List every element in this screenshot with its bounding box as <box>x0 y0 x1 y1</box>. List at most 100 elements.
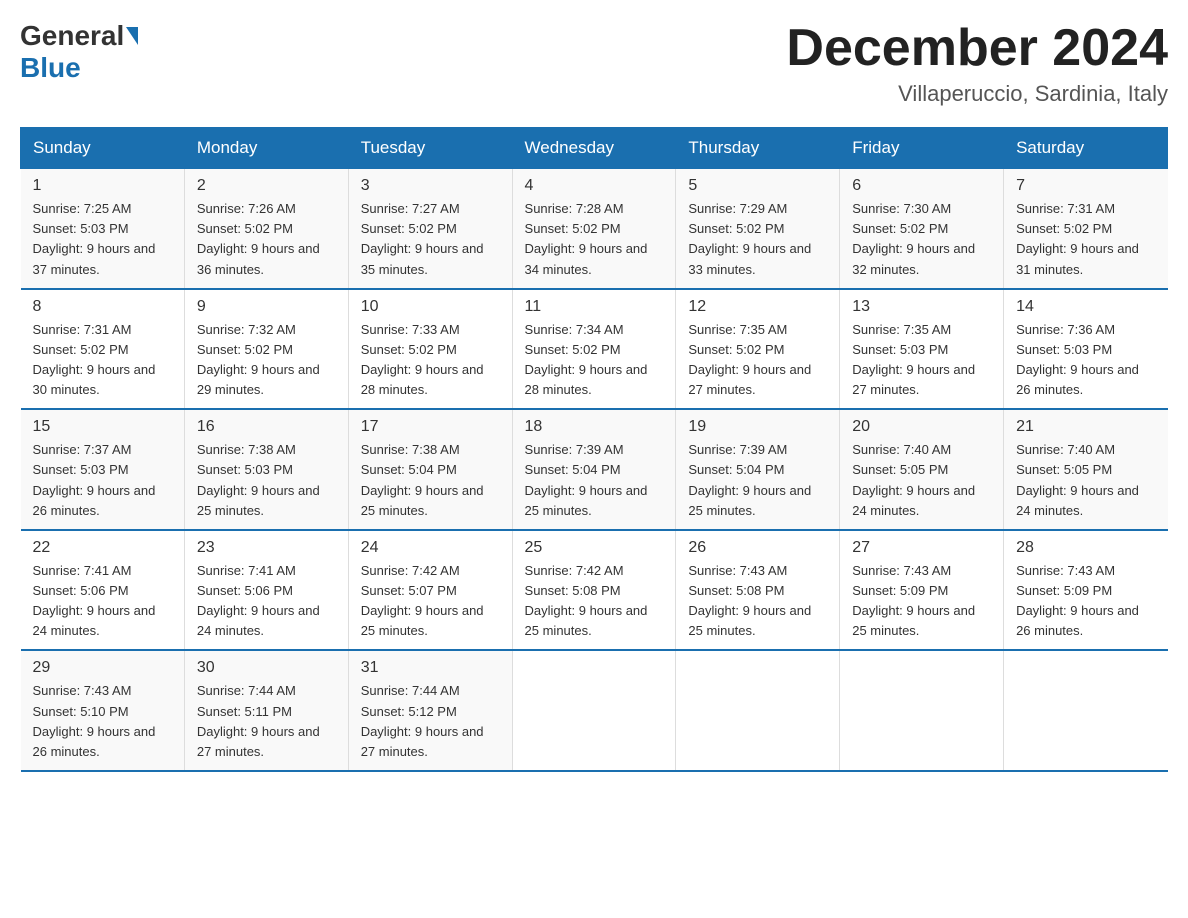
day-info: Sunrise: 7:33 AMSunset: 5:02 PMDaylight:… <box>361 322 484 397</box>
day-info: Sunrise: 7:43 AMSunset: 5:09 PMDaylight:… <box>852 563 975 638</box>
calendar-week-row: 29 Sunrise: 7:43 AMSunset: 5:10 PMDaylig… <box>21 650 1168 771</box>
month-title: December 2024 <box>786 20 1168 77</box>
day-info: Sunrise: 7:43 AMSunset: 5:09 PMDaylight:… <box>1016 563 1139 638</box>
day-info: Sunrise: 7:41 AMSunset: 5:06 PMDaylight:… <box>197 563 320 638</box>
day-info: Sunrise: 7:29 AMSunset: 5:02 PMDaylight:… <box>688 201 811 276</box>
col-monday: Monday <box>184 128 348 169</box>
logo-general-text: General <box>20 20 124 52</box>
calendar-week-row: 22 Sunrise: 7:41 AMSunset: 5:06 PMDaylig… <box>21 530 1168 651</box>
day-number: 17 <box>361 418 500 436</box>
day-info: Sunrise: 7:44 AMSunset: 5:12 PMDaylight:… <box>361 683 484 758</box>
day-number: 18 <box>525 418 664 436</box>
day-info: Sunrise: 7:31 AMSunset: 5:02 PMDaylight:… <box>33 322 156 397</box>
day-number: 19 <box>688 418 827 436</box>
calendar-day-cell: 9 Sunrise: 7:32 AMSunset: 5:02 PMDayligh… <box>184 289 348 410</box>
day-number: 21 <box>1016 418 1155 436</box>
day-info: Sunrise: 7:39 AMSunset: 5:04 PMDaylight:… <box>688 442 811 517</box>
day-number: 31 <box>361 659 500 677</box>
calendar-day-cell <box>676 650 840 771</box>
col-wednesday: Wednesday <box>512 128 676 169</box>
page-header: General Blue December 2024 Villaperuccio… <box>20 20 1168 107</box>
day-number: 11 <box>525 298 664 316</box>
day-number: 6 <box>852 177 991 195</box>
calendar-day-cell: 22 Sunrise: 7:41 AMSunset: 5:06 PMDaylig… <box>21 530 185 651</box>
calendar-day-cell: 25 Sunrise: 7:42 AMSunset: 5:08 PMDaylig… <box>512 530 676 651</box>
calendar-day-cell: 5 Sunrise: 7:29 AMSunset: 5:02 PMDayligh… <box>676 169 840 289</box>
calendar-day-cell: 11 Sunrise: 7:34 AMSunset: 5:02 PMDaylig… <box>512 289 676 410</box>
day-number: 2 <box>197 177 336 195</box>
day-info: Sunrise: 7:41 AMSunset: 5:06 PMDaylight:… <box>33 563 156 638</box>
day-info: Sunrise: 7:43 AMSunset: 5:08 PMDaylight:… <box>688 563 811 638</box>
day-info: Sunrise: 7:35 AMSunset: 5:02 PMDaylight:… <box>688 322 811 397</box>
day-info: Sunrise: 7:38 AMSunset: 5:04 PMDaylight:… <box>361 442 484 517</box>
day-info: Sunrise: 7:37 AMSunset: 5:03 PMDaylight:… <box>33 442 156 517</box>
day-info: Sunrise: 7:27 AMSunset: 5:02 PMDaylight:… <box>361 201 484 276</box>
day-info: Sunrise: 7:28 AMSunset: 5:02 PMDaylight:… <box>525 201 648 276</box>
header-row: Sunday Monday Tuesday Wednesday Thursday… <box>21 128 1168 169</box>
day-info: Sunrise: 7:30 AMSunset: 5:02 PMDaylight:… <box>852 201 975 276</box>
calendar-day-cell: 23 Sunrise: 7:41 AMSunset: 5:06 PMDaylig… <box>184 530 348 651</box>
calendar-day-cell: 28 Sunrise: 7:43 AMSunset: 5:09 PMDaylig… <box>1004 530 1168 651</box>
logo-triangle-icon <box>126 27 138 45</box>
calendar-day-cell: 31 Sunrise: 7:44 AMSunset: 5:12 PMDaylig… <box>348 650 512 771</box>
calendar-day-cell: 20 Sunrise: 7:40 AMSunset: 5:05 PMDaylig… <box>840 409 1004 530</box>
calendar-week-row: 8 Sunrise: 7:31 AMSunset: 5:02 PMDayligh… <box>21 289 1168 410</box>
day-number: 10 <box>361 298 500 316</box>
day-info: Sunrise: 7:26 AMSunset: 5:02 PMDaylight:… <box>197 201 320 276</box>
logo-blue-text: Blue <box>20 52 81 84</box>
calendar-day-cell <box>512 650 676 771</box>
day-number: 13 <box>852 298 991 316</box>
day-number: 20 <box>852 418 991 436</box>
day-info: Sunrise: 7:42 AMSunset: 5:08 PMDaylight:… <box>525 563 648 638</box>
calendar-day-cell: 6 Sunrise: 7:30 AMSunset: 5:02 PMDayligh… <box>840 169 1004 289</box>
day-info: Sunrise: 7:31 AMSunset: 5:02 PMDaylight:… <box>1016 201 1139 276</box>
logo-text: General <box>20 20 140 52</box>
calendar-day-cell: 1 Sunrise: 7:25 AMSunset: 5:03 PMDayligh… <box>21 169 185 289</box>
calendar-table: Sunday Monday Tuesday Wednesday Thursday… <box>20 127 1168 772</box>
title-section: December 2024 Villaperuccio, Sardinia, I… <box>786 20 1168 107</box>
day-number: 25 <box>525 539 664 557</box>
day-info: Sunrise: 7:42 AMSunset: 5:07 PMDaylight:… <box>361 563 484 638</box>
day-info: Sunrise: 7:44 AMSunset: 5:11 PMDaylight:… <box>197 683 320 758</box>
day-number: 28 <box>1016 539 1155 557</box>
day-info: Sunrise: 7:39 AMSunset: 5:04 PMDaylight:… <box>525 442 648 517</box>
day-info: Sunrise: 7:40 AMSunset: 5:05 PMDaylight:… <box>852 442 975 517</box>
calendar-day-cell: 19 Sunrise: 7:39 AMSunset: 5:04 PMDaylig… <box>676 409 840 530</box>
day-number: 29 <box>33 659 172 677</box>
day-number: 5 <box>688 177 827 195</box>
calendar-day-cell <box>1004 650 1168 771</box>
day-info: Sunrise: 7:34 AMSunset: 5:02 PMDaylight:… <box>525 322 648 397</box>
calendar-body: 1 Sunrise: 7:25 AMSunset: 5:03 PMDayligh… <box>21 169 1168 771</box>
logo-blue-label: Blue <box>20 52 81 83</box>
day-info: Sunrise: 7:25 AMSunset: 5:03 PMDaylight:… <box>33 201 156 276</box>
day-number: 30 <box>197 659 336 677</box>
day-info: Sunrise: 7:36 AMSunset: 5:03 PMDaylight:… <box>1016 322 1139 397</box>
day-number: 14 <box>1016 298 1155 316</box>
calendar-day-cell: 4 Sunrise: 7:28 AMSunset: 5:02 PMDayligh… <box>512 169 676 289</box>
day-number: 3 <box>361 177 500 195</box>
calendar-day-cell: 29 Sunrise: 7:43 AMSunset: 5:10 PMDaylig… <box>21 650 185 771</box>
calendar-day-cell: 18 Sunrise: 7:39 AMSunset: 5:04 PMDaylig… <box>512 409 676 530</box>
calendar-day-cell: 3 Sunrise: 7:27 AMSunset: 5:02 PMDayligh… <box>348 169 512 289</box>
day-number: 16 <box>197 418 336 436</box>
calendar-week-row: 15 Sunrise: 7:37 AMSunset: 5:03 PMDaylig… <box>21 409 1168 530</box>
calendar-day-cell: 15 Sunrise: 7:37 AMSunset: 5:03 PMDaylig… <box>21 409 185 530</box>
calendar-day-cell: 14 Sunrise: 7:36 AMSunset: 5:03 PMDaylig… <box>1004 289 1168 410</box>
day-number: 15 <box>33 418 172 436</box>
day-number: 7 <box>1016 177 1155 195</box>
calendar-day-cell <box>840 650 1004 771</box>
day-number: 8 <box>33 298 172 316</box>
calendar-day-cell: 30 Sunrise: 7:44 AMSunset: 5:11 PMDaylig… <box>184 650 348 771</box>
calendar-day-cell: 26 Sunrise: 7:43 AMSunset: 5:08 PMDaylig… <box>676 530 840 651</box>
calendar-day-cell: 13 Sunrise: 7:35 AMSunset: 5:03 PMDaylig… <box>840 289 1004 410</box>
logo: General Blue <box>20 20 140 84</box>
day-number: 1 <box>33 177 172 195</box>
day-info: Sunrise: 7:38 AMSunset: 5:03 PMDaylight:… <box>197 442 320 517</box>
calendar-day-cell: 21 Sunrise: 7:40 AMSunset: 5:05 PMDaylig… <box>1004 409 1168 530</box>
day-info: Sunrise: 7:43 AMSunset: 5:10 PMDaylight:… <box>33 683 156 758</box>
calendar-day-cell: 27 Sunrise: 7:43 AMSunset: 5:09 PMDaylig… <box>840 530 1004 651</box>
calendar-day-cell: 8 Sunrise: 7:31 AMSunset: 5:02 PMDayligh… <box>21 289 185 410</box>
day-info: Sunrise: 7:35 AMSunset: 5:03 PMDaylight:… <box>852 322 975 397</box>
col-thursday: Thursday <box>676 128 840 169</box>
calendar-day-cell: 10 Sunrise: 7:33 AMSunset: 5:02 PMDaylig… <box>348 289 512 410</box>
